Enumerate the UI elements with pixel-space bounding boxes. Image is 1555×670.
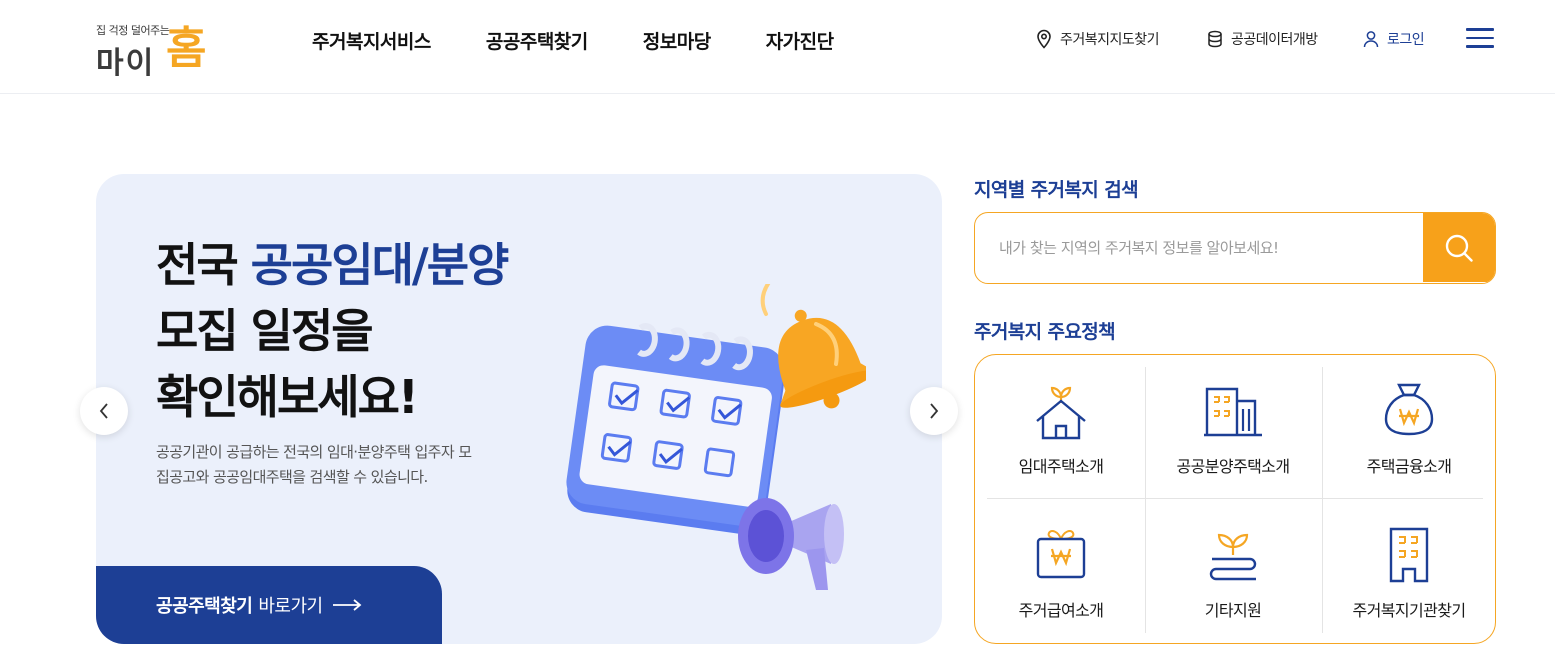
database-icon	[1208, 30, 1222, 48]
nav-self-diagnosis[interactable]: 자가진단	[766, 27, 834, 54]
hamburger-menu-icon[interactable]	[1466, 28, 1494, 50]
open-data-label: 공공데이터개방	[1231, 32, 1318, 48]
major-policy-panel: 임대주택소개 공공분양주택소개 주택금융소개 주거급여소개 기타지원 주거복지기…	[974, 354, 1496, 644]
policy-label: 기타지원	[1204, 601, 1262, 620]
banner-title-line1a: 전국	[156, 238, 251, 292]
site-header: 집 걱정 덜어주는 마이 홈 주거복지서비스 공공주택찾기 정보마당 자가진단 …	[0, 0, 1555, 94]
policy-rental-housing[interactable]: 임대주택소개	[975, 355, 1147, 495]
banner-description: 공공기관이 공급하는 전국의 임대·분양주택 입주자 모집공고와 공공임대주택을…	[156, 443, 472, 486]
buildings-icon	[1204, 387, 1262, 437]
welfare-map-link[interactable]: 주거복지지도찾기	[1036, 29, 1160, 49]
region-search-title: 지역별 주거복지 검색	[974, 179, 1139, 201]
logo-home: 홈	[166, 23, 207, 74]
policy-label: 임대주택소개	[1018, 457, 1104, 476]
policy-label: 주거복지기관찾기	[1352, 601, 1467, 620]
policy-public-sale-housing[interactable]: 공공분양주택소개	[1147, 355, 1319, 495]
nav-public-housing-search[interactable]: 공공주택찾기	[486, 27, 588, 54]
welfare-map-label: 주거복지지도찾기	[1060, 32, 1160, 48]
policy-housing-finance[interactable]: 주택금융소개	[1323, 355, 1495, 495]
banner-prev-button[interactable]	[80, 387, 128, 435]
policy-find-welfare-agency[interactable]: 주거복지기관찾기	[1323, 499, 1495, 639]
map-pin-icon	[1037, 29, 1051, 49]
region-search-input[interactable]	[975, 213, 1423, 282]
login-label: 로그인	[1387, 32, 1425, 48]
search-icon	[1445, 234, 1473, 262]
nav-housing-welfare-service[interactable]: 주거복지서비스	[312, 27, 431, 54]
policy-label: 주거급여소개	[1018, 601, 1104, 620]
major-policy-title: 주거복지 주요정책	[974, 321, 1116, 343]
nav-information[interactable]: 정보마당	[643, 27, 711, 54]
logo-mai: 마이	[96, 46, 156, 81]
cta-bold-label: 공공주택찾기	[156, 596, 253, 617]
banner-title: 전국 공공임대/분양 모집 일정을 확인해보세요!	[156, 232, 510, 430]
sprout-icon	[1209, 533, 1257, 581]
open-data-link[interactable]: 공공데이터개방	[1207, 29, 1318, 49]
banner-title-line3: 확인해보세요!	[156, 370, 419, 424]
banner-title-line2: 모집 일정을	[156, 304, 374, 358]
policy-other-support[interactable]: 기타지원	[1147, 499, 1319, 639]
chevron-right-icon	[930, 403, 939, 419]
banner-title-highlight: 공공임대/분양	[250, 238, 510, 292]
arrow-right-icon	[332, 599, 362, 611]
banner-next-button[interactable]	[910, 387, 958, 435]
chevron-left-icon	[99, 403, 108, 419]
public-housing-shortcut-button[interactable]: 공공주택찾기 바로가기	[96, 566, 442, 644]
building-icon	[1389, 527, 1429, 583]
logo-tagline: 집 걱정 덜어주는	[96, 24, 170, 37]
main-banner: 전국 공공임대/분양 모집 일정을 확인해보세요! 공공기관이 공급하는 전국의…	[96, 174, 942, 644]
main-nav: 주거복지서비스 공공주택찾기 정보마당 자가진단	[312, 27, 889, 54]
calendar-bell-megaphone-illustration	[566, 284, 866, 590]
user-icon	[1363, 31, 1379, 48]
login-link[interactable]: 로그인	[1363, 29, 1425, 49]
gift-won-icon	[1036, 530, 1086, 579]
policy-label: 주택금융소개	[1366, 457, 1452, 476]
policy-housing-benefit[interactable]: 주거급여소개	[975, 499, 1147, 639]
search-button[interactable]	[1423, 213, 1495, 282]
region-search-box	[974, 212, 1496, 284]
policy-label: 공공분양주택소개	[1176, 457, 1291, 476]
money-bag-icon	[1384, 383, 1434, 436]
house-sprout-icon	[1036, 386, 1086, 440]
cta-label: 바로가기	[258, 596, 323, 617]
logo[interactable]: 집 걱정 덜어주는 마이 홈	[96, 10, 236, 81]
